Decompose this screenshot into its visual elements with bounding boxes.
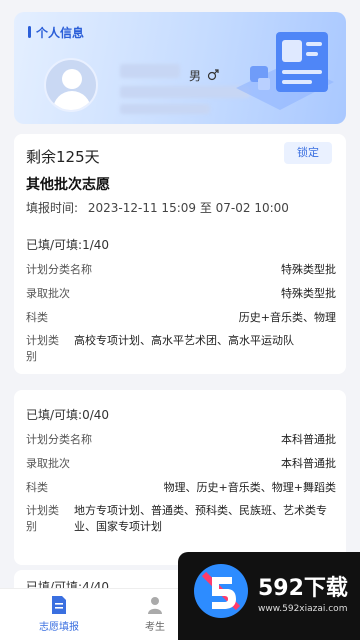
volunteer-card: 剩余125天 锁定 其他批次志愿 填报时间: 2023-12-11 15:09 … xyxy=(14,134,346,374)
male-icon xyxy=(207,69,219,81)
plan-type-row: 计划类别 高校专项计划、高水平艺术团、高水平运动队 xyxy=(26,334,294,363)
brand-name: 592下载 xyxy=(258,576,348,601)
avatar[interactable] xyxy=(44,58,98,112)
remaining-days: 剩余125天 xyxy=(26,148,100,166)
avatar-body xyxy=(53,91,91,110)
fill-count: 已填/可填:0/40 xyxy=(26,408,110,422)
plan-category-row: 计划分类名称 特殊类型批 xyxy=(26,263,336,276)
section-special[interactable]: 已填/可填:1/40 计划分类名称 特殊类型批 录取批次 特殊类型批 科类 历史… xyxy=(26,236,336,373)
gender: 男 xyxy=(189,67,219,84)
document-icon xyxy=(52,596,66,614)
brand-site: www.592xiazai.com xyxy=(258,604,348,614)
blurred-name xyxy=(120,64,180,78)
fill-time: 填报时间: 2023-12-11 15:09 至 07-02 10:00 xyxy=(26,201,289,215)
plan-category-row: 计划分类名称 本科普通批 xyxy=(26,433,336,446)
lock-button[interactable]: 锁定 xyxy=(284,142,332,164)
user-icon xyxy=(148,597,162,614)
site-watermark: 592下载 www.592xiazai.com xyxy=(178,552,360,640)
section-undergrad: 已填/可填:0/40 计划分类名称 本科普通批 录取批次 本科普通批 科类 物理… xyxy=(26,406,336,543)
batch-title: 其他批次志愿 xyxy=(26,177,110,193)
admission-batch-row: 录取批次 特殊类型批 xyxy=(26,287,336,300)
profile-card: 个人信息 男 xyxy=(14,12,346,124)
subject-row: 科类 历史+音乐类、物理 xyxy=(26,311,336,324)
plan-type-row: 计划类别 地方专项计划、普通类、预科类、民族班、艺术类专业、国家专项计划 xyxy=(26,504,327,533)
fill-count: 已填/可填:1/40 xyxy=(26,238,110,252)
admission-batch-row: 录取批次 本科普通批 xyxy=(26,457,336,470)
subject-row: 科类 物理、历史+音乐类、物理+舞蹈类 xyxy=(26,481,336,494)
volunteer-card-2[interactable]: 已填/可填:0/40 计划分类名称 本科普通批 录取批次 本科普通批 科类 物理… xyxy=(14,390,346,565)
brand-logo-icon xyxy=(194,564,248,618)
tab-volunteer[interactable]: 志愿填报 xyxy=(14,595,104,633)
avatar-head xyxy=(62,69,82,89)
id-card-illustration-icon xyxy=(236,32,334,110)
profile-title: 个人信息 xyxy=(28,24,84,41)
title-accent-bar xyxy=(28,26,31,38)
blurred-info xyxy=(120,104,210,114)
